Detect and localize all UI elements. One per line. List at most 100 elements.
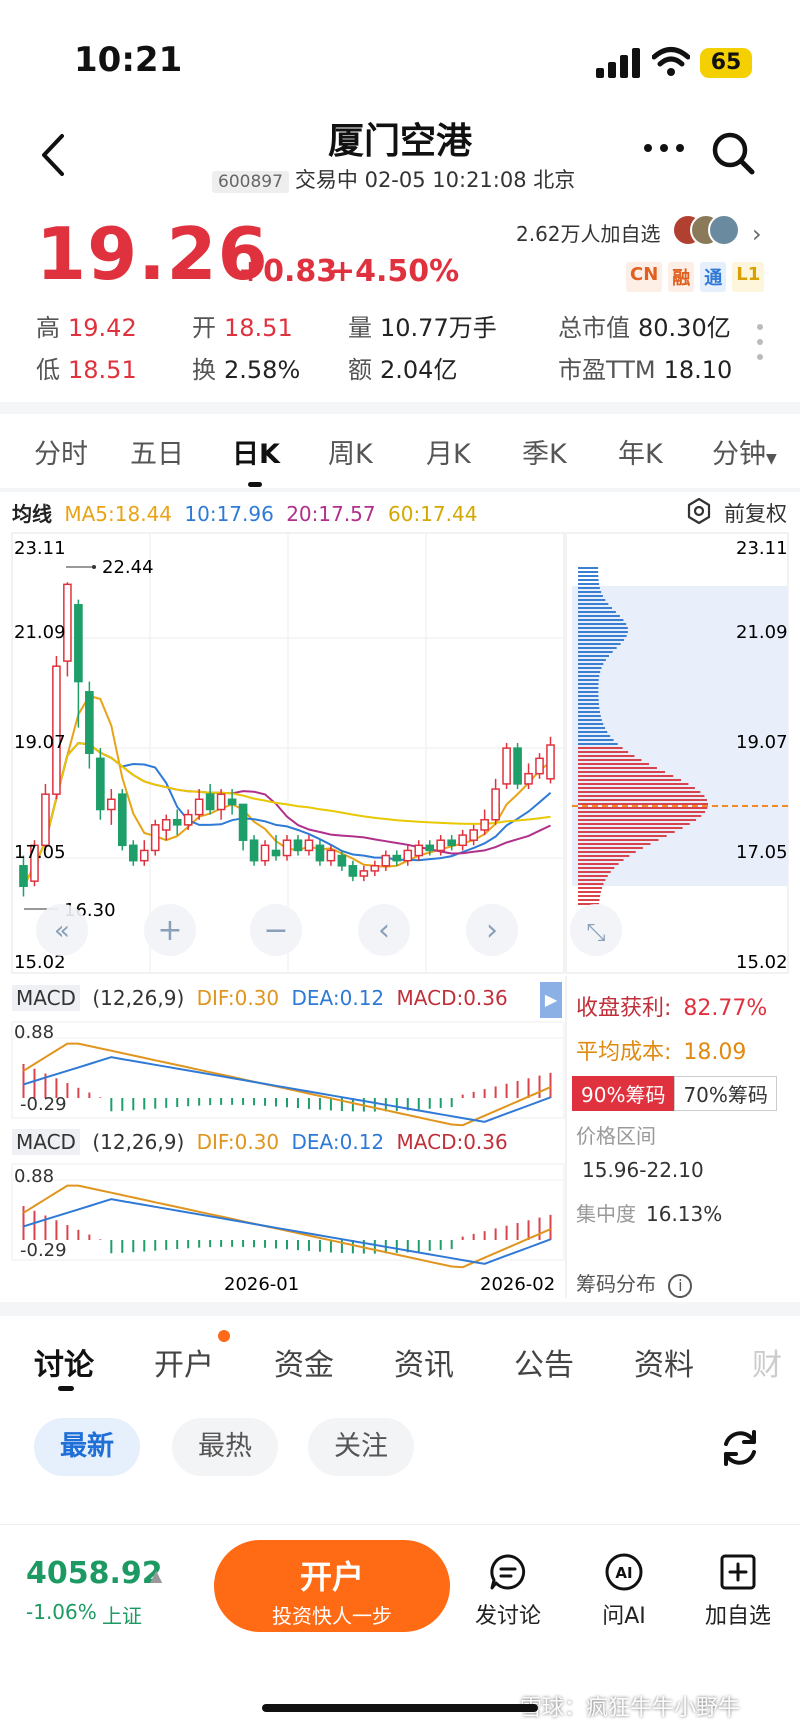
candle-body (414, 844, 424, 857)
badge-connect[interactable]: 通 (700, 262, 727, 292)
tab-financials[interactable]: 财 (752, 1340, 800, 1384)
filter-hot[interactable]: 最热 (172, 1418, 278, 1476)
y-tick: 17.05 (736, 842, 788, 863)
info-icon[interactable]: i (668, 1274, 693, 1298)
tab-open-account[interactable]: 开户 (154, 1340, 214, 1384)
filter-following[interactable]: 关注 (308, 1418, 414, 1476)
macd-top-tick: 0.88 (14, 1166, 55, 1187)
candle-body (436, 839, 446, 852)
search-icon[interactable] (710, 130, 756, 176)
tab-minute[interactable]: 分钟▼ (712, 432, 777, 471)
macd-bottom-tick: -0.29 (20, 1094, 67, 1115)
stat-market-cap: 总市值 80.30亿 (558, 314, 731, 342)
chip-dist-label: 筹码分布 i (576, 1268, 693, 1298)
tab-profile[interactable]: 资料 (634, 1340, 694, 1384)
pill-90[interactable]: 90%筹码 (572, 1076, 675, 1111)
y-tick: 21.09 (736, 622, 788, 643)
candle-body (194, 798, 204, 816)
nav-first-icon: « (54, 916, 70, 946)
chevron-right-icon[interactable]: › (752, 220, 762, 248)
more-icon[interactable] (642, 138, 686, 158)
fullscreen-icon: ⤡ (586, 918, 605, 946)
ai-icon: AI (605, 1553, 643, 1591)
candle-body (524, 772, 533, 785)
home-indicator[interactable] (262, 1704, 538, 1712)
candle-body (161, 818, 171, 831)
tab-yearly-k[interactable]: 年K (618, 432, 663, 471)
tab-quarterly-k[interactable]: 季K (522, 432, 567, 471)
expand-panel-icon[interactable]: ▶ (540, 982, 562, 1018)
wifi-icon (652, 47, 690, 76)
add-watchlist-button[interactable]: 加自选 (688, 1552, 788, 1630)
stat-high: 高 19.42 (36, 314, 137, 342)
candle-body (304, 839, 314, 852)
candle-body (249, 839, 259, 862)
badge-l1[interactable]: L1 (732, 262, 765, 292)
y-tick: 15.02 (736, 952, 788, 973)
tab-news[interactable]: 资讯 (394, 1340, 454, 1384)
candle-body (117, 793, 127, 847)
candle-body (260, 844, 270, 862)
macd-panel-2 (11, 1163, 565, 1269)
open-account-sublabel: 投资快人一步 (272, 1604, 392, 1628)
macd-label[interactable]: MACD (12, 985, 80, 1011)
section-divider (0, 402, 800, 414)
price-change: +0.83 (238, 254, 338, 289)
post-discussion-button[interactable]: 发讨论 (458, 1552, 558, 1630)
candle-body (447, 839, 457, 847)
status-time: 10:21 (74, 40, 183, 80)
tab-discussion[interactable]: 讨论 (34, 1340, 94, 1384)
candle-body (139, 849, 149, 862)
macd-panel-1 (11, 1021, 565, 1127)
open-account-button[interactable]: 开户 投资快人一步 (214, 1540, 450, 1632)
avatar-group[interactable] (672, 210, 742, 250)
macd-bottom-tick: -0.29 (20, 1240, 67, 1261)
watchers-count[interactable]: 2.62万人加自选 (516, 218, 661, 247)
macd-params: (12,26,9) (92, 1130, 185, 1154)
macd-legend-1: MACD (12,26,9) DIF:0.30 DEA:0.12 MACD:0.… (12, 985, 508, 1011)
candle-body (315, 844, 325, 862)
tab-funds[interactable]: 资金 (274, 1340, 334, 1384)
candle-body (491, 788, 500, 821)
candle-body (183, 813, 193, 826)
stat-pe-ttm: 市盈TTM 18.10 (558, 356, 733, 384)
tab-intraday[interactable]: 分时 (34, 432, 88, 471)
macd-top-tick: 0.88 (14, 1022, 55, 1043)
candle-body (359, 870, 369, 877)
adjust-mode[interactable]: 前复权 (724, 498, 787, 528)
macd-dif: DIF:0.30 (196, 1130, 280, 1154)
macd-dea: DEA:0.12 (291, 986, 385, 1010)
trading-status: 交易中 02-05 10:21:08 北京 (294, 168, 576, 192)
candle-body (546, 744, 555, 780)
tab-indicator (58, 1386, 74, 1391)
filter-latest[interactable]: 最新 (34, 1418, 140, 1476)
tab-announcements[interactable]: 公告 (514, 1340, 574, 1384)
watermark: 雪球：疯狂牛牛小野牛 (520, 1696, 741, 1721)
index-expand-icon[interactable]: ▲ (150, 1566, 162, 1585)
notification-dot (218, 1330, 230, 1342)
tab-monthly-k[interactable]: 月K (426, 432, 471, 471)
index-value[interactable]: 4058.92 (26, 1556, 163, 1591)
ma60-value: 60:17.44 (388, 502, 478, 526)
badge-margin[interactable]: 融 (668, 262, 695, 292)
vertical-more-icon[interactable] (756, 322, 764, 362)
tab-weekly-k[interactable]: 周K (328, 432, 373, 471)
settings-icon[interactable] (686, 498, 712, 524)
tab-five-day[interactable]: 五日 (130, 432, 184, 471)
candle-body (425, 844, 435, 852)
tab-daily-k[interactable]: 日K (232, 432, 280, 471)
macd-label[interactable]: MACD (12, 1129, 80, 1155)
dif-line (22, 1184, 551, 1269)
badge-cn[interactable]: CN (626, 262, 663, 292)
y-tick: 19.07 (736, 732, 788, 753)
pill-70[interactable]: 70%筹码 (674, 1076, 777, 1111)
nav-next-icon: › (486, 913, 498, 948)
kline-chart[interactable]: 23.11 21.09 19.07 17.05 15.02 23.11 21.0… (0, 528, 800, 1298)
refresh-icon[interactable] (716, 1424, 764, 1472)
index-change: -1.06% (26, 1600, 97, 1624)
ask-ai-button[interactable]: AI 问AI (574, 1552, 674, 1630)
max-marker-label: 22.44 (102, 557, 154, 578)
candle-body (19, 865, 28, 888)
candle-body (403, 849, 413, 862)
candle-body (41, 793, 50, 847)
